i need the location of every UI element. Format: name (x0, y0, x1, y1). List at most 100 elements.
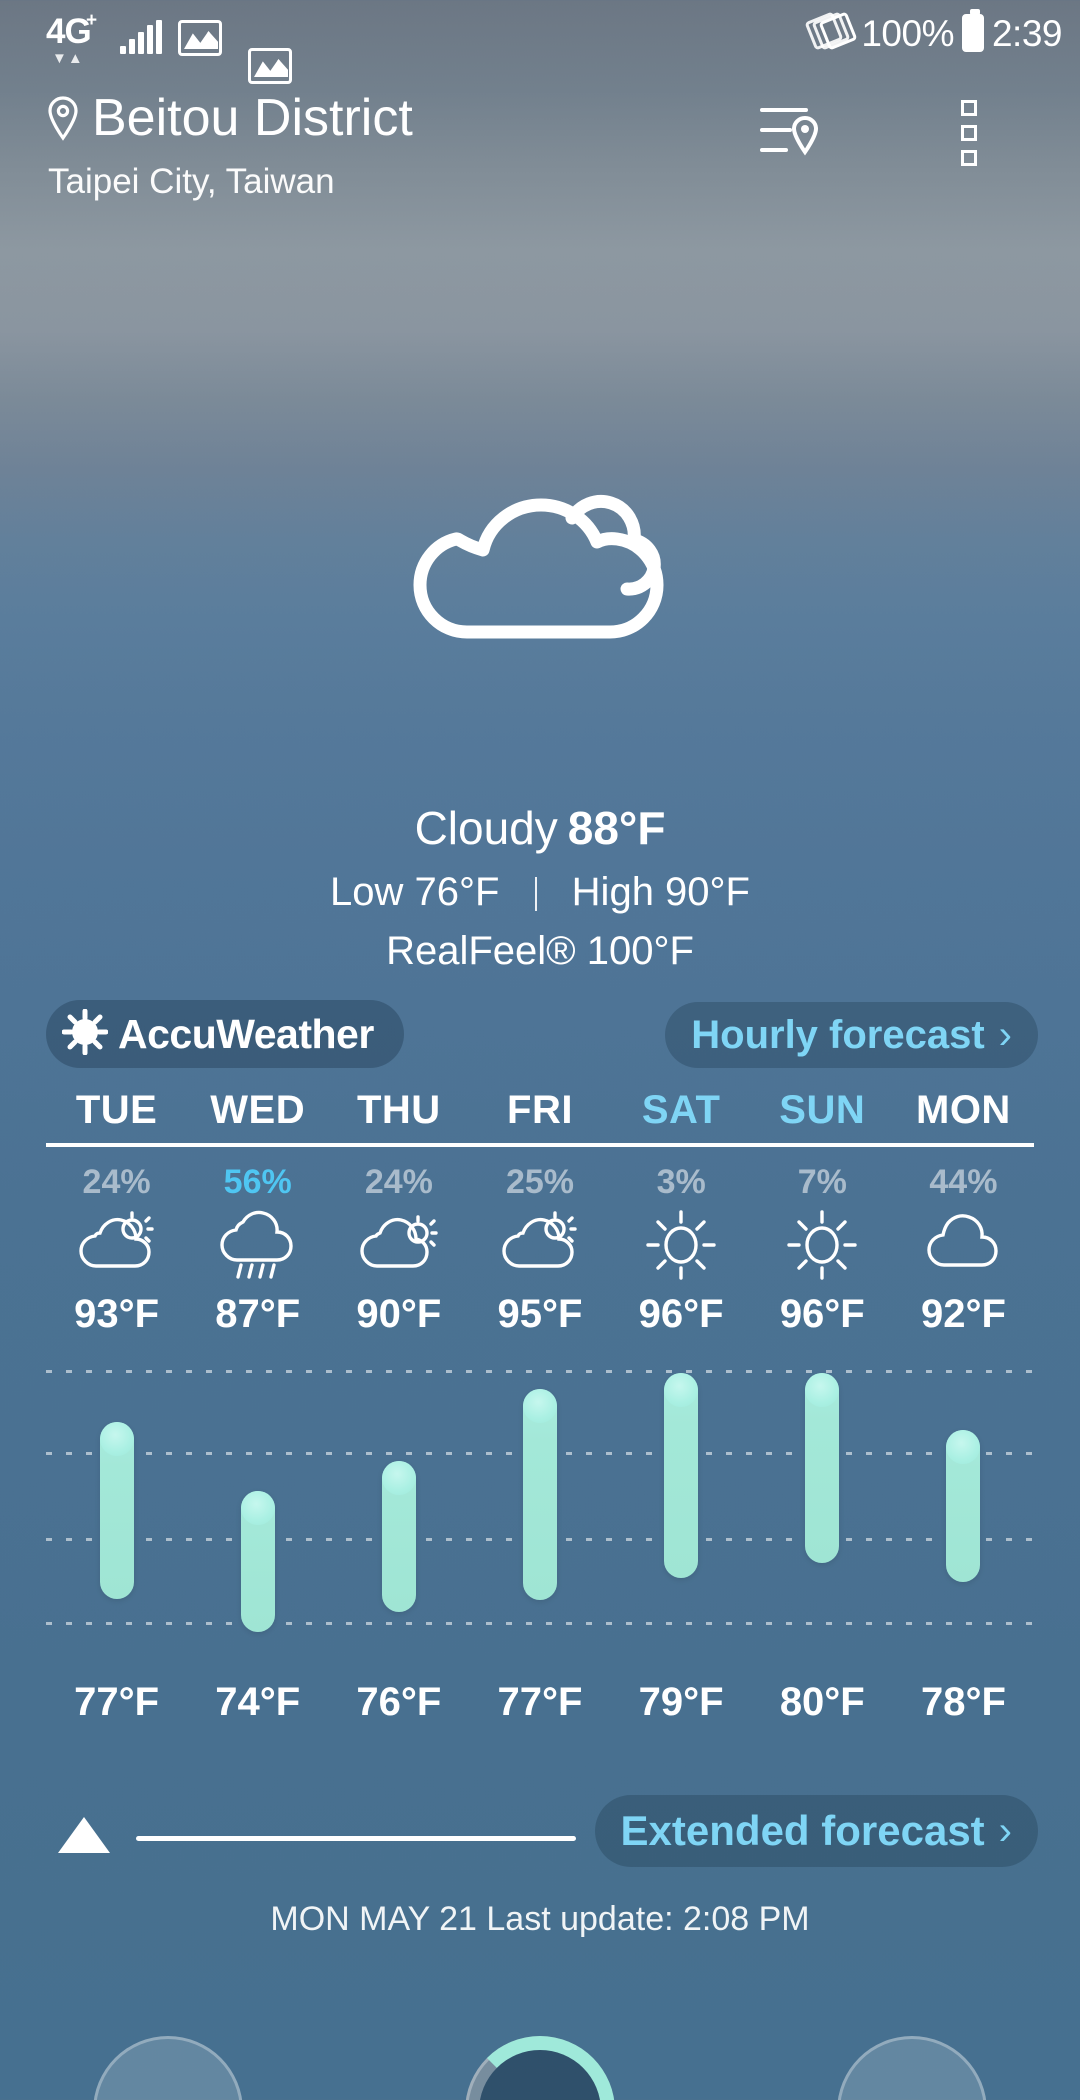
hourly-forecast-button[interactable]: Hourly forecast › (665, 1002, 1038, 1068)
high-low-row: Low 76°F High 90°F (0, 870, 1080, 915)
chart-bar-cell (611, 1360, 752, 1660)
current-condition-row: Cloudy 88°F (0, 800, 1080, 858)
forecast-high-temp: 95°F (497, 1292, 583, 1336)
cloudy-icon (375, 480, 705, 685)
forecast-day-label[interactable]: THU (328, 1088, 469, 1133)
forecast-day-label[interactable]: FRI (469, 1088, 610, 1133)
forecast-high-temp: 93°F (74, 1292, 160, 1336)
location-list-icon[interactable] (758, 100, 824, 162)
forecast-high-temp: 87°F (215, 1292, 301, 1336)
signal-icon (120, 20, 162, 54)
dock-icon[interactable] (93, 2036, 243, 2100)
battery-percent-label: 100% (861, 12, 954, 54)
chevron-right-icon: › (998, 1809, 1012, 1853)
forecast-day-label[interactable]: TUE (46, 1088, 187, 1133)
chart-bar (664, 1373, 699, 1578)
chart-bar (99, 1422, 134, 1599)
chart-bar (522, 1389, 557, 1600)
weather-icons-row (46, 1202, 1034, 1288)
dock-icon[interactable] (837, 2036, 987, 2100)
realfeel-label: RealFeel® 100°F (386, 928, 694, 973)
chart-bar (805, 1373, 840, 1563)
last-update-label: MON MAY 21 Last update: 2:08 PM (270, 1900, 810, 1938)
hourly-forecast-label: Hourly forecast (691, 1012, 985, 1057)
clock-label: 2:39 (991, 12, 1063, 54)
rain-icon (187, 1202, 328, 1288)
sun-burst-icon (61, 1008, 109, 1060)
battery-icon (961, 9, 984, 52)
divider (534, 876, 537, 911)
forecast-low-temp: 77°F (497, 1680, 583, 1724)
precip-probability: 24% (82, 1163, 151, 1201)
page-title: Beitou District (92, 89, 413, 147)
day-labels-row: TUE WED THU FRI SAT SUN MON (46, 1088, 1034, 1133)
multi-window-icon (804, 11, 858, 54)
scroll-track[interactable] (136, 1836, 576, 1841)
location-subtitle: Taipei City, Taiwan (48, 162, 335, 201)
chart-bars (46, 1360, 1034, 1660)
partly-cloudy-icon (328, 1202, 469, 1288)
precip-probability: 44% (929, 1163, 998, 1201)
low-temps-row: 77°F 74°F 76°F 77°F 79°F 80°F 78°F (46, 1680, 1034, 1725)
chart-bar-cell (46, 1360, 187, 1660)
forecast-day-label[interactable]: SUN (752, 1088, 893, 1133)
chart-bar-cell (893, 1360, 1034, 1660)
high-temperature-label: High 90°F (571, 869, 750, 914)
high-temps-row: 93°F 87°F 90°F 95°F 96°F 96°F 92°F (46, 1288, 1034, 1337)
low-temperature-label: Low 76°F (330, 869, 500, 914)
precip-probability: 24% (364, 1163, 433, 1201)
forecast-day-label[interactable]: WED (187, 1088, 328, 1133)
screenshot-icon (178, 20, 222, 56)
bottom-controls: Extended forecast › (0, 1795, 1080, 1895)
forecast-high-temp: 90°F (356, 1292, 442, 1336)
chart-bar-cell (328, 1360, 469, 1660)
precip-probability: 25% (505, 1163, 575, 1201)
forecast-divider (46, 1143, 1034, 1147)
forecast-day-label[interactable]: MON (893, 1088, 1034, 1133)
forecast-low-temp: 76°F (356, 1680, 442, 1724)
partly-cloudy-icon (469, 1202, 610, 1288)
extended-forecast-button[interactable]: Extended forecast › (594, 1795, 1038, 1867)
partly-cloudy-icon (46, 1202, 187, 1288)
dock-progress-ring (465, 2036, 615, 2100)
sunny-icon (752, 1202, 893, 1288)
current-condition-label: Cloudy (414, 802, 558, 854)
current-temperature: 88°F (567, 802, 666, 854)
forecast-high-temp: 96°F (779, 1292, 865, 1336)
precip-probability: 56% (223, 1163, 292, 1201)
accuweather-badge[interactable]: AccuWeather (46, 1000, 404, 1068)
more-options-icon[interactable] (946, 100, 992, 166)
dock-peek (0, 1980, 1080, 2100)
forecast-high-temp: 96°F (638, 1292, 724, 1336)
chart-bar-cell (469, 1360, 610, 1660)
forecast-high-temp: 92°F (920, 1292, 1006, 1336)
temperature-range-chart (46, 1360, 1034, 1660)
daily-forecast: TUE WED THU FRI SAT SUN MON 24% 56% 24% … (46, 1088, 1034, 1337)
extended-forecast-label: Extended forecast (620, 1807, 985, 1854)
forecast-day-label[interactable]: SAT (611, 1088, 752, 1133)
chart-bar (240, 1491, 275, 1632)
forecast-low-temp: 79°F (638, 1680, 724, 1724)
precipitation-row: 24% 56% 24% 25% 3% 7% 44% (46, 1163, 1034, 1202)
status-bar: 4G + ▼▲ 100% 2:39 (0, 0, 1080, 84)
current-conditions: Cloudy 88°F Low 76°F High 90°F RealFeel® … (0, 800, 1080, 974)
network-plus-label: + (86, 10, 98, 31)
data-arrows-label: ▼▲ (52, 50, 84, 67)
cloudy-icon (893, 1202, 1034, 1288)
screenshot-icon (248, 48, 292, 84)
forecast-low-temp: 74°F (215, 1680, 301, 1724)
sunny-icon (611, 1202, 752, 1288)
accuweather-label: AccuWeather (118, 1010, 374, 1057)
chart-bar (946, 1430, 981, 1582)
network-type-label: 4G (46, 12, 92, 51)
location-title-row[interactable]: Beitou District (46, 92, 413, 144)
badges-row: AccuWeather Hourly forecast › (0, 1000, 1080, 1072)
status-bar-left: 4G + ▼▲ (46, 10, 222, 72)
chevron-right-icon: › (998, 1013, 1012, 1057)
forecast-low-temp: 78°F (920, 1680, 1006, 1724)
network-type-icon: 4G + ▼▲ (46, 10, 104, 72)
chart-bar-cell (187, 1360, 328, 1660)
collapse-triangle-icon[interactable] (58, 1817, 110, 1853)
precip-probability: 3% (656, 1163, 706, 1201)
app-header: Beitou District Taipei City, Taiwan (0, 92, 1080, 212)
